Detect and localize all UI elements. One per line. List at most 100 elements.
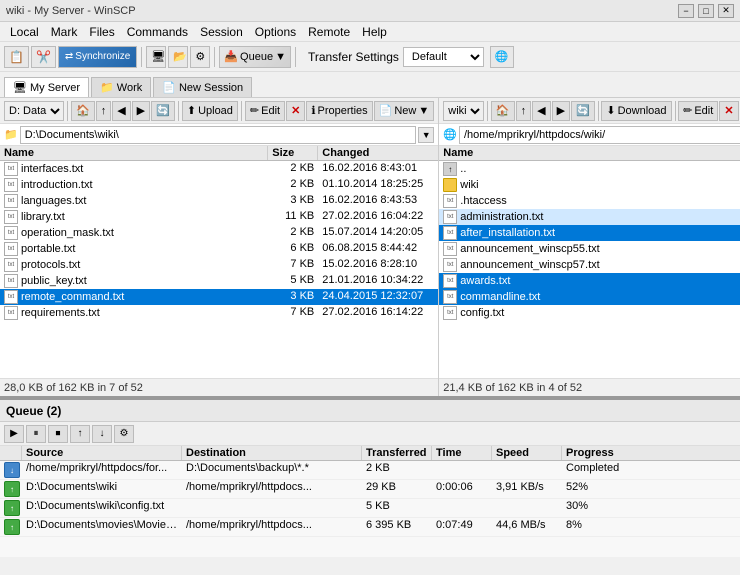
left-file-row-7[interactable]: txtprotocols.txt 7 KB 15.02.2016 8:28:10 <box>0 257 438 273</box>
right-delete-btn[interactable]: ✕ <box>719 101 738 121</box>
left-path-dropdown-btn[interactable]: ▼ <box>418 127 434 143</box>
queue-settings-btn[interactable]: ⚙ <box>114 425 134 443</box>
queue-header-source[interactable]: Source <box>22 446 182 460</box>
menu-bar: Local Mark Files Commands Session Option… <box>0 22 740 42</box>
left-file-row-3[interactable]: txtlanguages.txt 3 KB 16.02.2016 8:43:53 <box>0 193 438 209</box>
queue-stop-btn[interactable]: ⏹ <box>48 425 68 443</box>
left-back-btn[interactable]: ◀ <box>112 101 130 121</box>
right-home-btn[interactable]: 🏠 <box>491 101 515 121</box>
right-back-btn[interactable]: ◀ <box>532 101 550 121</box>
right-file-row-wiki[interactable]: wiki 26.01.2017 17:38:10 <box>439 177 740 193</box>
right-file-row-after[interactable]: txtafter_installation.txt 27.02.2016 10:… <box>439 225 740 241</box>
queue-row-1[interactable]: ↓ /home/mprikryl/httpdocs/for... D:\Docu… <box>0 461 740 480</box>
synchronize-button[interactable]: ⇄ Synchronize <box>58 46 137 68</box>
transfer-default-select[interactable]: Default <box>403 47 484 67</box>
sync-label: Synchronize <box>75 51 130 62</box>
queue-row-4[interactable]: ↑ D:\Documents\movies\Movie\... /home/mp… <box>0 518 740 537</box>
toolbar-copy-btn[interactable]: 📋 <box>4 46 29 68</box>
menu-commands[interactable]: Commands <box>121 24 194 40</box>
tab-new-session-label: New Session <box>179 82 243 94</box>
menu-local[interactable]: Local <box>4 24 45 40</box>
left-file-row-9[interactable]: txtremote_command.txt 3 KB 24.04.2015 12… <box>0 289 438 305</box>
right-path-input[interactable] <box>459 126 740 144</box>
right-file-row-up[interactable]: ↑.. 29.01.2018 11:59:04 <box>439 161 740 177</box>
queue-row-3[interactable]: ↑ D:\Documents\wiki\config.txt 5 KB 30% <box>0 499 740 518</box>
queue-header-time[interactable]: Time <box>432 446 492 460</box>
minimize-button[interactable]: − <box>678 4 694 18</box>
left-file-row-2[interactable]: txtintroduction.txt 2 KB 01.10.2014 18:2… <box>0 177 438 193</box>
queue-row-2[interactable]: ↑ D:\Documents\wiki /home/mprikryl/httpd… <box>0 480 740 499</box>
right-file-row-ann57[interactable]: txtannouncement_winscp57.txt 2 KB 15.02.… <box>439 257 740 273</box>
right-header-name[interactable]: Name <box>439 146 740 160</box>
menu-session[interactable]: Session <box>194 24 249 40</box>
left-file-row-4[interactable]: txtlibrary.txt 11 KB 27.02.2016 16:04:22 <box>0 209 438 225</box>
queue-up-btn[interactable]: ↑ <box>70 425 90 443</box>
left-edit-btn[interactable]: ✏ Edit <box>245 101 285 121</box>
menu-files[interactable]: Files <box>83 24 120 40</box>
left-pane: D: Data 🏠 ↑ ◀ ▶ 🔄 ⬆ Upload ✏ Edit ✕ ℹ Pr… <box>0 98 439 396</box>
tab-my-server[interactable]: 🖥 My Server <box>4 77 89 97</box>
toolbar-icon2[interactable]: 📂 <box>168 46 188 68</box>
menu-remote[interactable]: Remote <box>302 24 356 40</box>
queue-play-btn[interactable]: ▶ <box>4 425 24 443</box>
queue-header-speed[interactable]: Speed <box>492 446 562 460</box>
txt-icon: txt <box>4 194 18 208</box>
maximize-button[interactable]: □ <box>698 4 714 18</box>
upload-icon: ⬆ <box>187 104 196 117</box>
close-button[interactable]: ✕ <box>718 4 734 18</box>
left-drive-select[interactable]: D: Data <box>4 101 64 121</box>
left-path-input[interactable] <box>20 126 417 144</box>
right-home-icon: 🏠 <box>496 104 510 117</box>
left-status-text: 28,0 KB of 162 KB in 7 of 52 <box>4 382 143 394</box>
txt-icon: txt <box>443 226 457 240</box>
queue-pause-btn[interactable]: ⏸ <box>26 425 46 443</box>
right-file-row-admin[interactable]: txtadministration.txt 2 KB 01.06.2015 14… <box>439 209 740 225</box>
toolbar-icon1[interactable]: 🖥 <box>146 46 166 68</box>
tab-new-session[interactable]: 📄 New Session <box>153 77 252 97</box>
queue-header-icon <box>0 446 22 460</box>
right-server-select[interactable]: wiki <box>443 101 484 121</box>
toolbar-icon3[interactable]: ⚙ <box>190 46 210 68</box>
left-file-row-1[interactable]: txtinterfaces.txt 2 KB 16.02.2016 8:43:0… <box>0 161 438 177</box>
left-file-row-8[interactable]: txtpublic_key.txt 5 KB 21.01.2016 10:34:… <box>0 273 438 289</box>
queue-header-destination[interactable]: Destination <box>182 446 362 460</box>
left-header-changed[interactable]: Changed <box>318 146 438 160</box>
menu-mark[interactable]: Mark <box>45 24 84 40</box>
left-up-btn[interactable]: ↑ <box>96 101 112 121</box>
queue-button[interactable]: 📥 Queue ▼ <box>219 46 291 68</box>
queue-toolbar: ▶ ⏸ ⏹ ↑ ↓ ⚙ <box>0 422 740 446</box>
left-file-row-5[interactable]: txtoperation_mask.txt 2 KB 15.07.2014 14… <box>0 225 438 241</box>
menu-help[interactable]: Help <box>356 24 393 40</box>
tab-work[interactable]: 📁 Work <box>91 77 151 97</box>
left-header-size[interactable]: Size <box>268 146 318 160</box>
left-upload-btn[interactable]: ⬆ Upload <box>182 101 238 121</box>
right-file-row-htaccess[interactable]: txt.htaccess 1 KB 21.09.2017 8:39:48 <box>439 193 740 209</box>
toolbar-globe-btn[interactable]: 🌐 <box>490 46 514 68</box>
right-file-row-awards[interactable]: txtawards.txt 6 KB 27.02.2016 16:28:50 <box>439 273 740 289</box>
left-home-btn[interactable]: 🏠 <box>71 101 95 121</box>
queue-header-progress[interactable]: Progress <box>562 446 642 460</box>
left-refresh-btn[interactable]: 🔄 <box>151 101 175 121</box>
queue-header-transferred[interactable]: Transferred <box>362 446 432 460</box>
right-file-row-ann55[interactable]: txtannouncement_winscp55.txt 1 KB 15.02.… <box>439 241 740 257</box>
left-new-btn[interactable]: 📄 New ▼ <box>374 101 435 121</box>
left-header-name[interactable]: Name <box>0 146 268 160</box>
right-download-btn[interactable]: ⬇ Download <box>601 101 671 121</box>
queue-down-btn[interactable]: ↓ <box>92 425 112 443</box>
right-file-row-config[interactable]: txtconfig.txt 5 KB 05.02.2016 17:35:48 <box>439 305 740 321</box>
left-sep3 <box>241 101 242 121</box>
right-up-btn[interactable]: ↑ <box>516 101 532 121</box>
txt-icon: txt <box>4 290 18 304</box>
menu-options[interactable]: Options <box>249 24 302 40</box>
toolbar-move-btn[interactable]: ✂️ <box>31 46 56 68</box>
left-properties-btn[interactable]: ℹ Properties <box>306 101 372 121</box>
right-refresh-btn[interactable]: 🔄 <box>571 101 595 121</box>
left-fwd-btn[interactable]: ▶ <box>132 101 150 121</box>
left-file-row-6[interactable]: txtportable.txt 6 KB 06.08.2015 8:44:42 <box>0 241 438 257</box>
right-file-row-cmdline[interactable]: txtcommandline.txt 14 KB 21.01.2016 8:20… <box>439 289 740 305</box>
left-file-row-10[interactable]: txtrequirements.txt 7 KB 27.02.2016 16:1… <box>0 305 438 321</box>
right-edit-btn[interactable]: ✏ Edit <box>678 101 718 121</box>
left-delete-btn[interactable]: ✕ <box>286 101 305 121</box>
icon1: 🖥 <box>151 50 165 63</box>
right-fwd-btn[interactable]: ▶ <box>552 101 570 121</box>
